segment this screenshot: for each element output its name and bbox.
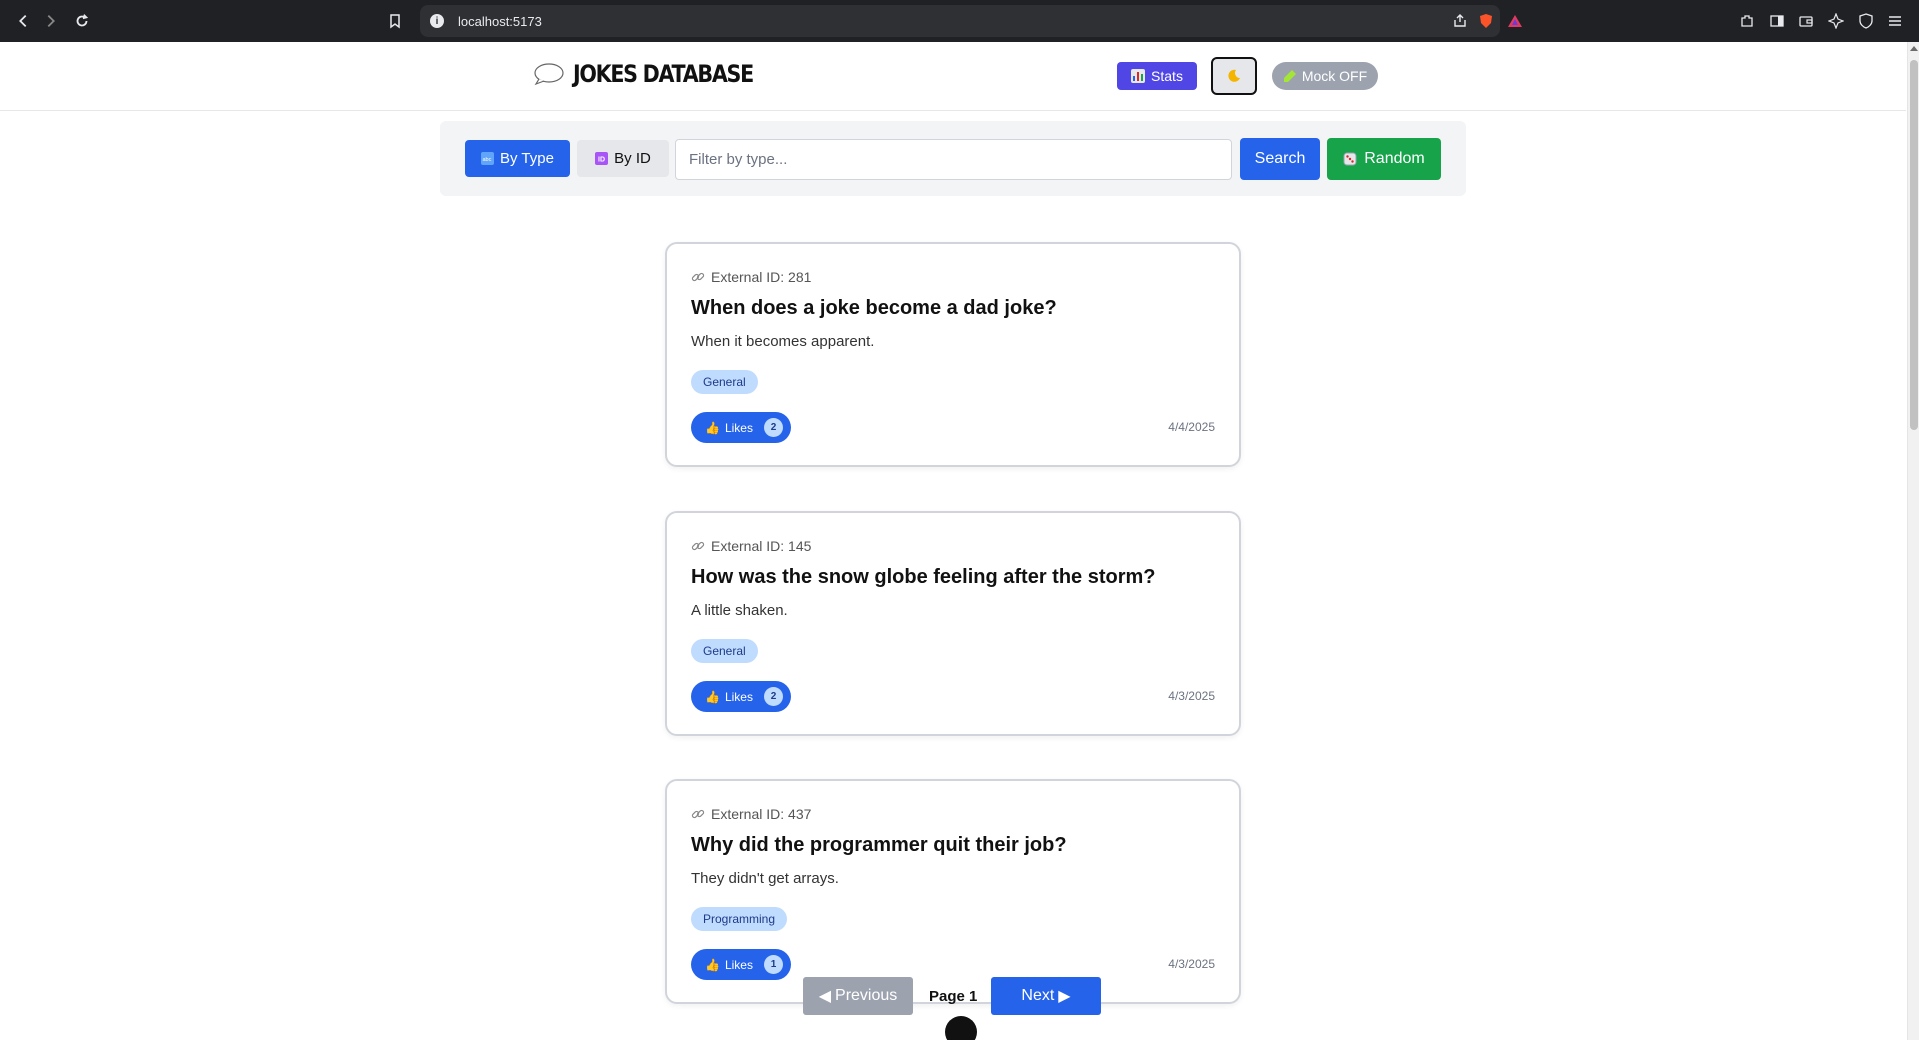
next-label: Next: [1021, 987, 1055, 1004]
likes-count: 2: [763, 418, 783, 437]
joke-date: 4/3/2025: [1168, 689, 1215, 703]
browser-toolbar: i localhost:5173: [0, 0, 1919, 42]
external-id-text: External ID: 281: [711, 269, 812, 285]
joke-punchline: They didn't get arrays.: [691, 870, 839, 887]
joke-type-tag[interactable]: Programming: [691, 907, 788, 931]
bar-chart-icon: [1131, 69, 1146, 83]
random-label: Random: [1364, 150, 1425, 167]
url-text: localhost:5173: [458, 13, 542, 29]
speech-bubble-icon: [534, 63, 564, 86]
likes-label: Likes: [724, 957, 753, 972]
extensions-icon[interactable]: [1737, 11, 1757, 31]
scroll-up-arrow-icon[interactable]: [1910, 46, 1918, 51]
floating-devtools-button[interactable]: [945, 1016, 977, 1040]
thumbs-up-icon: 👍: [705, 957, 720, 972]
sidebar-icon[interactable]: [1767, 11, 1787, 31]
rewards-icon[interactable]: [1505, 11, 1525, 31]
leo-ai-icon[interactable]: [1826, 11, 1846, 31]
joke-punchline: When it becomes apparent.: [691, 333, 875, 350]
joke-punchline: A little shaken.: [691, 602, 788, 619]
vpn-icon[interactable]: [1856, 11, 1876, 31]
page-scrollbar[interactable]: [1907, 42, 1919, 1040]
stats-button[interactable]: Stats: [1117, 62, 1197, 90]
link-icon: [691, 541, 705, 551]
abc-icon: abc: [481, 152, 495, 165]
mock-label: Mock OFF: [1301, 68, 1368, 84]
likes-button[interactable]: 👍 Likes 2: [691, 681, 791, 712]
dark-mode-toggle[interactable]: [1211, 57, 1257, 95]
joke-card: External ID: 437 Why did the programmer …: [665, 779, 1241, 1004]
svg-text:abc: abc: [483, 157, 492, 163]
thumbs-up-icon: 👍: [705, 420, 720, 435]
joke-type-tag[interactable]: General: [691, 639, 758, 663]
by-type-tab[interactable]: abc By Type: [465, 140, 570, 177]
joke-card: External ID: 281 When does a joke become…: [665, 242, 1241, 467]
external-id-text: External ID: 437: [711, 806, 812, 822]
search-panel: abc By Type ID By ID Search Random: [440, 121, 1466, 196]
app-title: JOKES DATABASE: [573, 60, 754, 88]
moon-icon: [1228, 69, 1240, 82]
likes-count: 1: [763, 955, 783, 974]
likes-label: Likes: [724, 689, 753, 704]
triangle-left-icon: ◀: [818, 988, 832, 1005]
mock-toggle-button[interactable]: Mock OFF: [1272, 62, 1378, 90]
likes-label: Likes: [724, 420, 753, 435]
random-button[interactable]: Random: [1327, 138, 1441, 180]
site-info-icon[interactable]: i: [430, 14, 444, 28]
by-id-label: By ID: [614, 150, 651, 167]
likes-count: 2: [763, 687, 783, 706]
joke-setup: How was the snow globe feeling after the…: [691, 566, 1156, 588]
id-icon: ID: [595, 152, 609, 165]
thumbs-up-icon: 👍: [705, 689, 720, 704]
external-id-text: External ID: 145: [711, 538, 812, 554]
previous-label: Previous: [835, 987, 898, 1004]
stats-label: Stats: [1151, 68, 1183, 84]
likes-button[interactable]: 👍 Likes 1: [691, 949, 791, 980]
brave-shield-icon[interactable]: [1476, 11, 1496, 31]
svg-text:ID: ID: [598, 157, 605, 164]
forward-icon[interactable]: [36, 6, 66, 36]
joke-setup: Why did the programmer quit their job?: [691, 834, 1067, 856]
external-id: External ID: 281: [691, 269, 811, 285]
triangle-right-icon: ▶: [1058, 988, 1071, 1005]
address-bar[interactable]: i localhost:5173: [420, 5, 1522, 37]
filter-input[interactable]: [675, 139, 1232, 180]
scrollbar-thumb[interactable]: [1910, 60, 1918, 430]
dice-icon: [1343, 152, 1357, 166]
previous-page-button[interactable]: ◀ Previous: [803, 977, 913, 1015]
by-id-tab[interactable]: ID By ID: [577, 140, 669, 177]
joke-card: External ID: 145 How was the snow globe …: [665, 511, 1241, 736]
likes-button[interactable]: 👍 Likes 2: [691, 412, 791, 443]
bookmark-icon[interactable]: [385, 11, 405, 31]
joke-type-tag[interactable]: General: [691, 370, 758, 394]
menu-icon[interactable]: [1885, 11, 1905, 31]
external-id: External ID: 145: [691, 538, 811, 554]
share-icon[interactable]: [1450, 11, 1470, 31]
search-button[interactable]: Search: [1240, 138, 1320, 180]
joke-date: 4/4/2025: [1168, 420, 1215, 434]
joke-setup: When does a joke become a dad joke?: [691, 297, 1057, 319]
test-tube-icon: [1283, 70, 1296, 82]
by-type-label: By Type: [500, 150, 554, 167]
external-id: External ID: 437: [691, 806, 811, 822]
app-logo: JOKES DATABASE: [533, 60, 782, 88]
link-icon: [691, 272, 705, 282]
back-icon[interactable]: [8, 6, 38, 36]
app-header: JOKES DATABASE Stats Mock OFF: [0, 42, 1906, 111]
next-page-button[interactable]: Next ▶: [991, 977, 1101, 1015]
page-indicator: Page 1: [929, 988, 978, 1005]
wallet-icon[interactable]: [1796, 11, 1816, 31]
link-icon: [691, 809, 705, 819]
reload-icon[interactable]: [67, 6, 97, 36]
joke-date: 4/3/2025: [1168, 957, 1215, 971]
